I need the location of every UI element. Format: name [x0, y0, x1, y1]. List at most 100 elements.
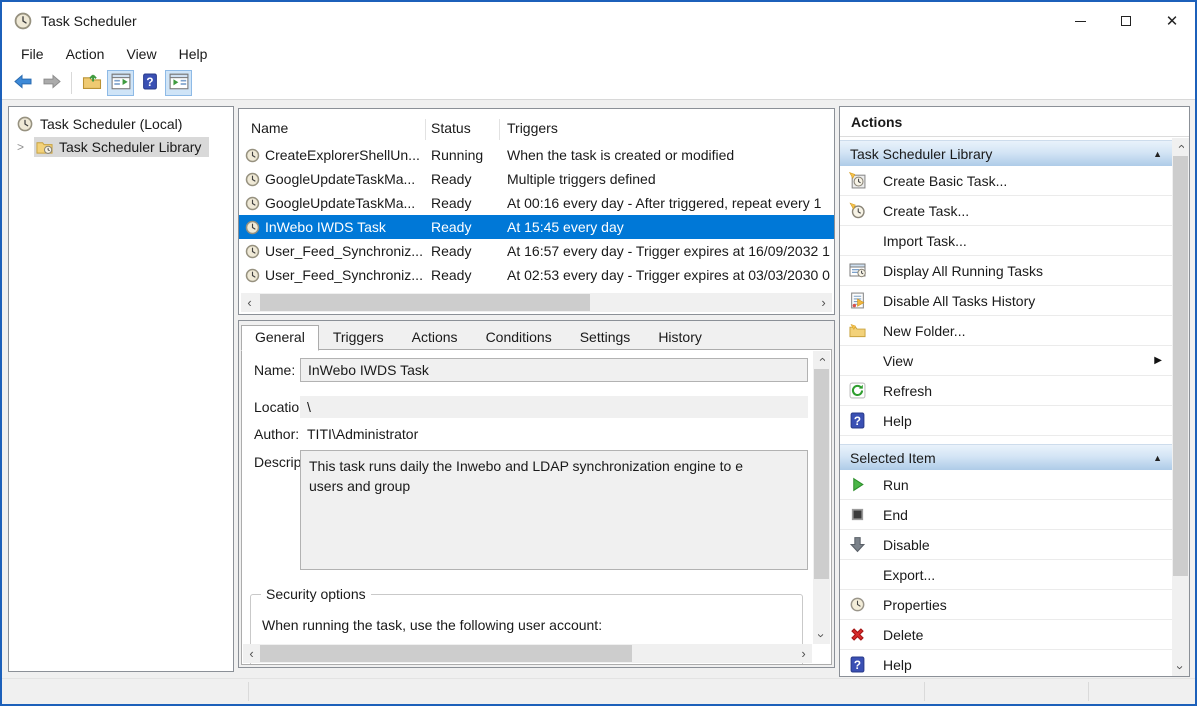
tab-triggers[interactable]: Triggers	[319, 324, 398, 350]
task-row[interactable]: GoogleUpdateTaskMa...ReadyMultiple trigg…	[239, 167, 834, 191]
column-header-name[interactable]: Name	[251, 120, 288, 136]
forward-button[interactable]	[38, 70, 65, 96]
action-item-label: Help	[883, 413, 912, 429]
action-item-disable[interactable]: Disable	[840, 530, 1172, 560]
task-row[interactable]: CreateExplorerShellUn...RunningWhen the …	[239, 143, 834, 167]
scroll-down-icon[interactable]: ›	[1172, 659, 1189, 676]
action-item-import-task[interactable]: Import Task...	[840, 226, 1172, 256]
console-tree-button[interactable]	[107, 70, 134, 96]
tab-conditions[interactable]: Conditions	[472, 324, 566, 350]
run-icon	[849, 476, 868, 493]
task-scheduler-window: Task Scheduler ✕ File Action View Help ?	[0, 0, 1197, 706]
action-item-label: Disable All Tasks History	[883, 293, 1035, 309]
action-item-help[interactable]: ?Help	[840, 406, 1172, 436]
menu-help[interactable]: Help	[168, 42, 219, 66]
scroll-right-icon[interactable]: ›	[815, 293, 832, 312]
section-header-selected-item[interactable]: Selected Item ▲	[840, 444, 1172, 470]
menu-file[interactable]: File	[10, 42, 55, 66]
svg-text:?: ?	[854, 659, 861, 672]
action-item-refresh[interactable]: Refresh	[840, 376, 1172, 406]
action-item-new-folder[interactable]: New Folder...	[840, 316, 1172, 346]
task-triggers: Multiple triggers defined	[507, 171, 834, 187]
maximize-button[interactable]	[1103, 2, 1149, 40]
no-icon-spacer	[849, 232, 868, 249]
scroll-thumb[interactable]	[1173, 156, 1188, 576]
collapse-arrow-icon[interactable]: ▲	[1153, 149, 1162, 159]
scroll-left-icon[interactable]: ‹	[243, 644, 260, 663]
action-item-label: Delete	[883, 627, 923, 643]
details-vertical-scrollbar[interactable]: › ›	[813, 351, 830, 644]
action-item-properties[interactable]: Properties	[840, 590, 1172, 620]
scroll-up-icon[interactable]: ›	[813, 351, 830, 368]
tab-general[interactable]: General	[241, 325, 319, 351]
action-item-label: Disable	[883, 537, 930, 553]
export-list-button[interactable]	[78, 70, 105, 96]
action-item-view[interactable]: View▶	[840, 346, 1172, 376]
help-button[interactable]: ?	[136, 70, 163, 96]
task-row[interactable]: InWebo IWDS TaskReadyAt 15:45 every day	[239, 215, 834, 239]
task-row[interactable]: GoogleUpdateTaskMa...ReadyAt 00:16 every…	[239, 191, 834, 215]
scroll-down-icon[interactable]: ›	[813, 627, 830, 644]
back-button[interactable]	[9, 70, 36, 96]
action-item-display-all-running-tasks[interactable]: Display All Running Tasks	[840, 256, 1172, 286]
task-status: Ready	[431, 243, 497, 259]
action-pane-icon	[169, 73, 189, 93]
column-header-status[interactable]: Status	[431, 120, 471, 136]
action-item-help[interactable]: ?Help	[840, 650, 1172, 676]
name-field[interactable]: InWebo IWDS Task	[300, 358, 808, 382]
action-section-items-0: Create Basic Task...Create Task...Import…	[840, 166, 1172, 436]
task-list-panel: Name Status Triggers CreateExplorerShell…	[238, 108, 835, 315]
task-row[interactable]: User_Feed_Synchroniz...ReadyAt 16:57 eve…	[239, 239, 834, 263]
actions-panel-body: Task Scheduler Library ▲ Create Basic Ta…	[840, 138, 1172, 676]
task-name: GoogleUpdateTaskMa...	[265, 195, 425, 211]
section-header-task-scheduler-library[interactable]: Task Scheduler Library ▲	[840, 140, 1172, 166]
collapse-arrow-icon[interactable]: ▲	[1153, 453, 1162, 463]
details-horizontal-scrollbar[interactable]: ‹ ›	[243, 644, 812, 663]
scroll-thumb[interactable]	[260, 645, 632, 662]
expander-chevron-icon[interactable]: >	[17, 140, 31, 154]
scroll-thumb[interactable]	[260, 294, 590, 311]
task-row[interactable]: User_Feed_Synchroniz...ReadyAt 02:53 eve…	[239, 263, 834, 287]
action-item-create-basic-task[interactable]: Create Basic Task...	[840, 166, 1172, 196]
action-item-end[interactable]: End	[840, 500, 1172, 530]
tree-item-task-scheduler-library[interactable]: > Task Scheduler Library	[9, 135, 233, 158]
scroll-right-icon[interactable]: ›	[795, 644, 812, 663]
scroll-thumb[interactable]	[814, 369, 829, 579]
scroll-left-icon[interactable]: ‹	[241, 293, 258, 312]
menu-bar: File Action View Help	[2, 40, 1195, 67]
tab-actions[interactable]: Actions	[398, 324, 472, 350]
minimize-button[interactable]	[1057, 2, 1103, 40]
action-section-items-1: RunEnd Disable Export...Properties Delete ?H…	[840, 470, 1172, 676]
column-divider[interactable]	[425, 119, 426, 140]
actions-panel: Actions Task Scheduler Library ▲ Create …	[839, 106, 1190, 677]
action-item-create-task[interactable]: Create Task...	[840, 196, 1172, 226]
action-item-delete[interactable]: Delete	[840, 620, 1172, 650]
close-button[interactable]: ✕	[1149, 2, 1195, 40]
help-icon: ?	[849, 656, 868, 673]
description-field[interactable]: This task runs daily the Inwebo and LDAP…	[300, 450, 808, 570]
task-list-horizontal-scrollbar[interactable]: ‹ ›	[241, 293, 832, 312]
action-pane-button[interactable]	[165, 70, 192, 96]
action-item-label: Refresh	[883, 383, 932, 399]
menu-view[interactable]: View	[115, 42, 167, 66]
task-status: Running	[431, 147, 497, 163]
action-item-export[interactable]: Export...	[840, 560, 1172, 590]
column-divider[interactable]	[499, 119, 500, 140]
menu-action[interactable]: Action	[55, 42, 116, 66]
tab-settings[interactable]: Settings	[566, 324, 645, 350]
properties-icon	[849, 596, 868, 613]
clock-icon	[17, 116, 34, 132]
forward-arrow-icon	[42, 73, 62, 93]
tree-item-task-scheduler-local[interactable]: Task Scheduler (Local)	[9, 112, 233, 135]
status-bar	[2, 678, 1195, 704]
tab-history[interactable]: History	[644, 324, 716, 350]
tree-child-label: Task Scheduler Library	[59, 139, 201, 155]
create-task-icon	[849, 202, 868, 219]
close-icon: ✕	[1166, 14, 1179, 29]
action-item-disable-all-tasks-history[interactable]: Disable All Tasks History	[840, 286, 1172, 316]
actions-vertical-scrollbar[interactable]: › ›	[1172, 138, 1189, 676]
column-header-triggers[interactable]: Triggers	[507, 120, 558, 136]
clock-icon	[245, 148, 260, 163]
action-item-run[interactable]: Run	[840, 470, 1172, 500]
scroll-up-icon[interactable]: ›	[1172, 138, 1189, 155]
